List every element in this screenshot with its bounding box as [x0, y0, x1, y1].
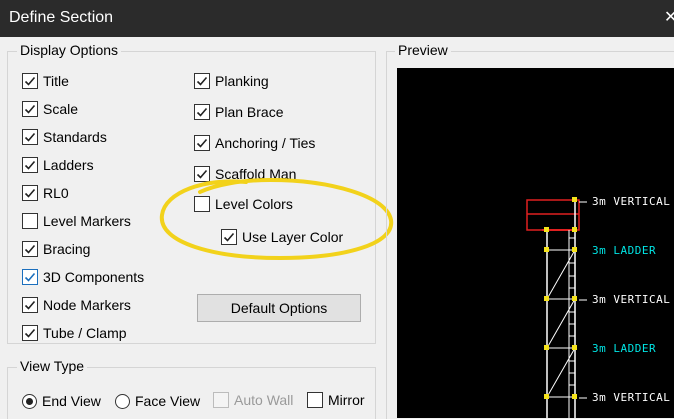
scale-label: Scale [43, 101, 79, 117]
auto-wall-checkbox[interactable]: Auto Wall [213, 390, 293, 410]
checkbox-box [22, 185, 38, 201]
rl0-label: RL0 [43, 185, 69, 201]
end-view-label: End View [42, 393, 101, 409]
node-markers-label: Node Markers [43, 297, 131, 313]
preview-canvas: 3m VERTICAL 3m LADDER 3m VERTICAL 3m LAD… [397, 68, 674, 418]
anchoring-ties-checkbox[interactable]: Anchoring / Ties [194, 133, 315, 153]
checkbox-box [22, 129, 38, 145]
default-options-button[interactable]: Default Options [197, 294, 361, 322]
checkbox-box [194, 196, 210, 212]
face-view-label: Face View [135, 393, 201, 409]
bracing-checkbox[interactable]: Bracing [22, 239, 90, 259]
standards-label: Standards [43, 129, 107, 145]
anchoring-ties-label: Anchoring / Ties [215, 135, 316, 151]
title-label: Title [43, 73, 69, 89]
preview-annotation: 3m VERTICAL [592, 293, 671, 306]
window-title: Define Section [9, 9, 114, 26]
mirror-checkbox[interactable]: Mirror [307, 390, 365, 410]
checkbox-box [194, 73, 210, 89]
checkbox-box [213, 392, 229, 408]
3d-components-checkbox[interactable]: 3D Components [22, 267, 144, 287]
checkbox-box [194, 104, 210, 120]
rl0-checkbox[interactable]: RL0 [22, 183, 69, 203]
preview-annotation: 3m LADDER [592, 244, 657, 257]
checkbox-box [194, 135, 210, 151]
display-options-legend: Display Options [17, 42, 122, 58]
planking-checkbox[interactable]: Planking [194, 71, 269, 91]
3d-components-label: 3D Components [43, 269, 145, 285]
preview-annotation: 3m VERTICAL [592, 391, 671, 404]
radio-dot [22, 393, 37, 409]
auto-wall-label: Auto Wall [234, 392, 294, 408]
checkbox-box [22, 241, 38, 257]
ladders-checkbox[interactable]: Ladders [22, 155, 94, 175]
checkbox-box [307, 392, 323, 408]
close-icon[interactable]: ✕ [664, 7, 674, 27]
face-view-radio[interactable]: Face View [115, 391, 200, 411]
level-colors-label: Level Colors [215, 196, 293, 212]
use-layer-color-checkbox[interactable]: Use Layer Color [221, 227, 343, 247]
checkbox-box [22, 269, 38, 285]
preview-legend: Preview [395, 42, 451, 58]
level-markers-checkbox[interactable]: Level Markers [22, 211, 131, 231]
tube-clamp-checkbox[interactable]: Tube / Clamp [22, 323, 127, 343]
node-markers-checkbox[interactable]: Node Markers [22, 295, 131, 315]
checkbox-box [22, 101, 38, 117]
checkbox-box [22, 73, 38, 89]
preview-annotation: 3m LADDER [592, 342, 657, 355]
level-markers-label: Level Markers [43, 213, 131, 229]
planking-label: Planking [215, 73, 269, 89]
title-bar: Define Section ✕ [0, 0, 674, 37]
scaffold-man-label: Scaffold Man [215, 166, 297, 182]
scaffold-drawing [526, 197, 587, 418]
radio-dot [115, 393, 130, 409]
checkbox-box [22, 325, 38, 341]
checkbox-box [194, 166, 210, 182]
mirror-label: Mirror [328, 392, 365, 408]
use-layer-color-label: Use Layer Color [242, 229, 344, 245]
plan-brace-label: Plan Brace [215, 104, 284, 120]
preview-annotation: 3m VERTICAL [592, 195, 671, 208]
checkbox-box [22, 297, 38, 313]
checkbox-box [22, 213, 38, 229]
checkbox-box [221, 229, 237, 245]
title-checkbox[interactable]: Title [22, 71, 69, 91]
view-type-legend: View Type [17, 358, 88, 374]
checkbox-box [22, 157, 38, 173]
bracing-label: Bracing [43, 241, 91, 257]
scaffold-man-checkbox[interactable]: Scaffold Man [194, 164, 296, 184]
standards-checkbox[interactable]: Standards [22, 127, 107, 147]
ladders-label: Ladders [43, 157, 94, 173]
scale-checkbox[interactable]: Scale [22, 99, 78, 119]
end-view-radio[interactable]: End View [22, 391, 101, 411]
tube-clamp-label: Tube / Clamp [43, 325, 127, 341]
plan-brace-checkbox[interactable]: Plan Brace [194, 102, 283, 122]
level-colors-checkbox[interactable]: Level Colors [194, 194, 293, 214]
